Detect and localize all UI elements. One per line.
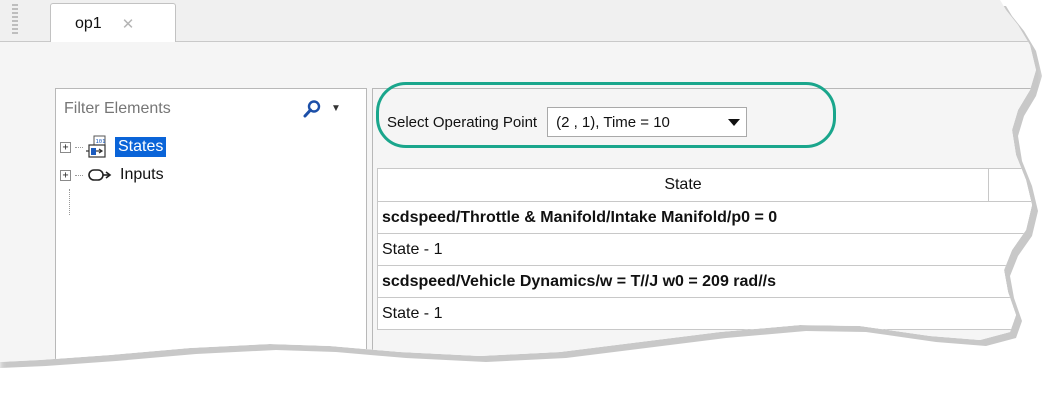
tree-item-label: States (115, 137, 167, 157)
operating-point-selector-row: Select Operating Point (2 , 1), Time = 1… (373, 99, 748, 145)
column-header-state[interactable]: State (378, 169, 989, 201)
tree-connector (75, 174, 83, 176)
states-icon: 101 (86, 135, 106, 158)
chevron-down-icon (728, 119, 741, 126)
svg-text:101: 101 (96, 139, 106, 145)
table-row[interactable]: State - 1 (377, 234, 1036, 266)
tree-connector (69, 189, 70, 215)
tree-item-inputs[interactable]: + Inputs (60, 161, 167, 189)
table-cell: State - 1 (382, 240, 443, 258)
tree-connector (75, 146, 83, 148)
table-row[interactable]: scdspeed/Vehicle Dynamics/w = T//J w0 = … (377, 266, 1036, 298)
tab-label: op1 (75, 14, 102, 32)
search-icon[interactable] (302, 99, 322, 119)
document-tab-strip: op1 ✕ (0, 0, 1036, 43)
state-table: State scdspeed/Throttle & Manifold/Intak… (377, 168, 1036, 330)
operating-point-panel: Select Operating Point (2 , 1), Time = 1… (372, 88, 1036, 362)
tab-close-icon[interactable]: ✕ (122, 15, 135, 33)
element-tree: + 101 States + Inputs (60, 133, 167, 215)
tree-item-label: Inputs (120, 166, 164, 183)
inputs-icon (88, 169, 112, 181)
tab-strip-grip[interactable] (12, 4, 18, 36)
tree-item-states[interactable]: + 101 States (60, 133, 167, 161)
editor-content: ▼ + 101 (0, 42, 1036, 362)
filter-row: ▼ (56, 89, 366, 129)
table-row[interactable]: scdspeed/Throttle & Manifold/Intake Mani… (377, 202, 1036, 234)
table-cell: scdspeed/Vehicle Dynamics/w = T//J w0 = … (382, 272, 776, 290)
filter-elements-input[interactable] (64, 100, 284, 118)
tab-op1[interactable]: op1 ✕ (50, 3, 176, 43)
operating-point-dropdown[interactable]: (2 , 1), Time = 10 (547, 107, 748, 137)
expand-icon[interactable]: + (60, 141, 71, 153)
select-operating-point-label: Select Operating Point (387, 113, 538, 131)
expand-icon[interactable]: + (60, 169, 71, 181)
table-row[interactable]: State - 1 (377, 298, 1036, 330)
table-cell: scdspeed/Throttle & Manifold/Intake Mani… (382, 208, 778, 226)
operating-point-selected-value: (2 , 1), Time = 10 (556, 113, 670, 131)
search-options-dropdown-icon[interactable]: ▼ (331, 103, 341, 114)
table-cell: State - 1 (382, 304, 443, 322)
screenshot-canvas: op1 ✕ ▼ + (0, 0, 1044, 394)
table-header: State (377, 168, 1036, 202)
column-header-extra (989, 169, 1036, 201)
